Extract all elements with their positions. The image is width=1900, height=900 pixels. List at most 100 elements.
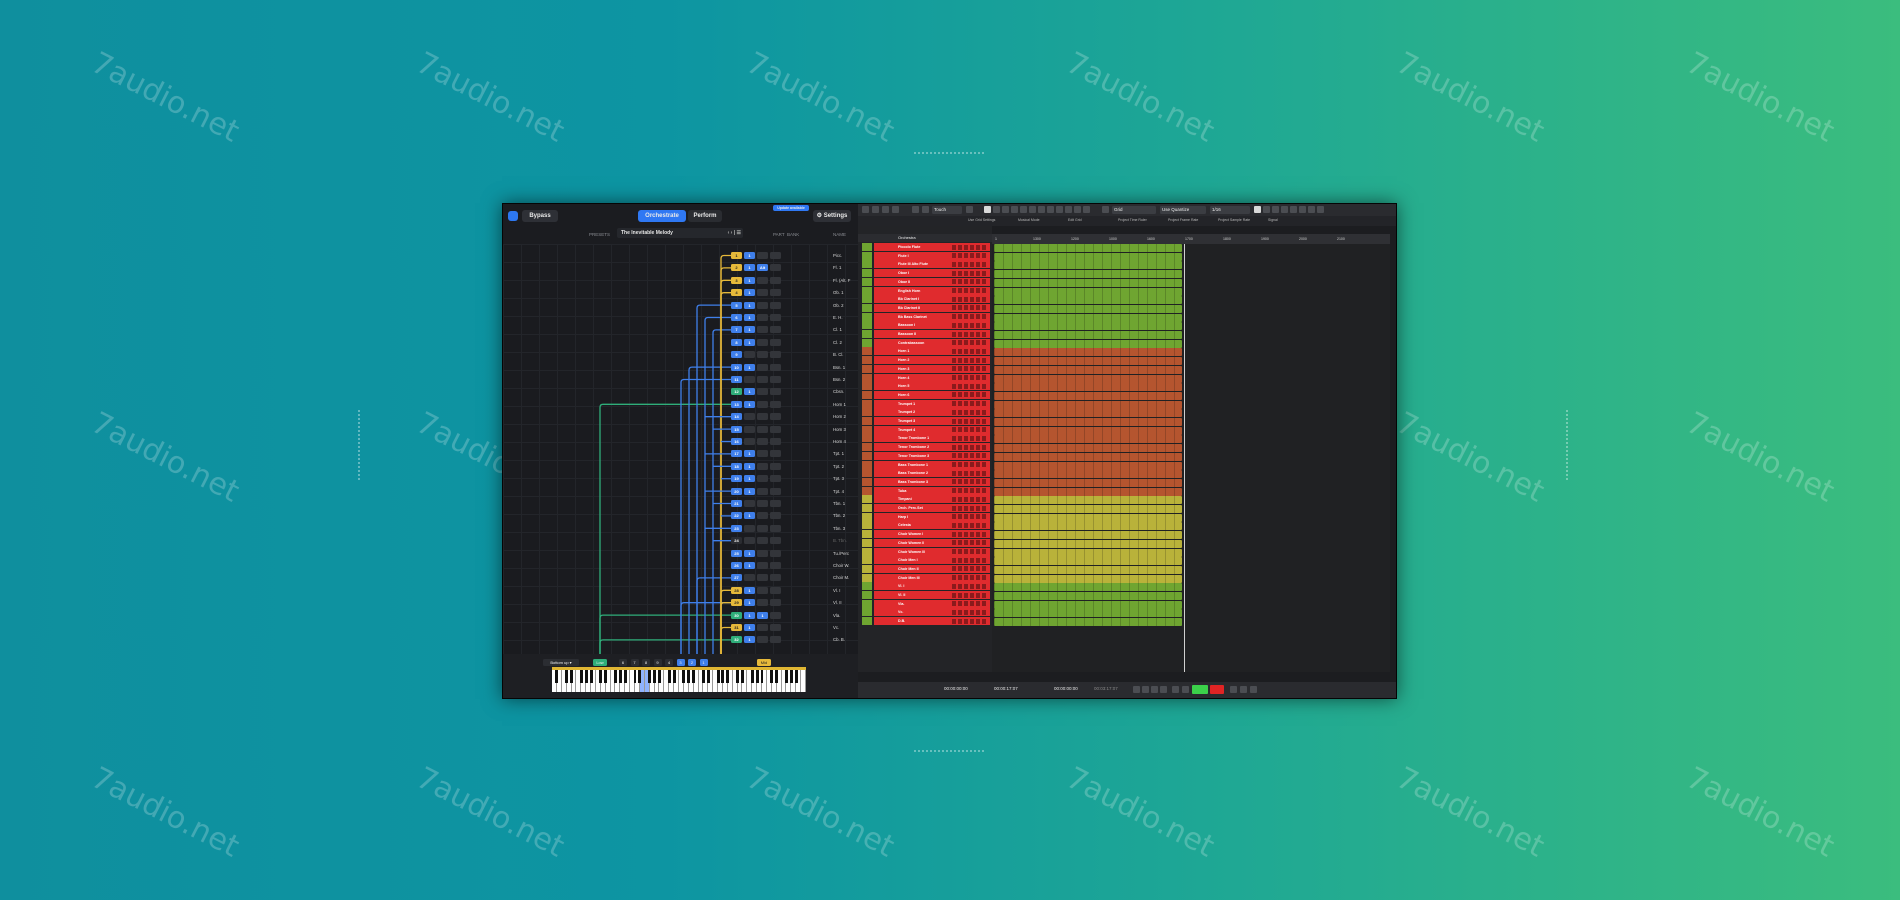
track-control-button[interactable] bbox=[970, 522, 974, 528]
midi-event[interactable] bbox=[994, 339, 1182, 348]
track-control-button[interactable] bbox=[964, 366, 968, 372]
midi-event[interactable] bbox=[994, 400, 1182, 409]
part-slot[interactable] bbox=[770, 400, 781, 408]
part-number[interactable]: 5 bbox=[731, 301, 742, 309]
mute-tool-icon[interactable] bbox=[1038, 206, 1045, 213]
part-slot[interactable] bbox=[770, 512, 781, 520]
automation-mode-select[interactable]: Touch bbox=[932, 205, 962, 214]
track-control-button[interactable] bbox=[952, 392, 956, 398]
track-control-button[interactable] bbox=[964, 279, 968, 285]
piano-black-key[interactable] bbox=[726, 670, 730, 683]
piano-black-key[interactable] bbox=[672, 670, 676, 683]
track-header[interactable]: Celesta bbox=[874, 521, 990, 530]
midi-event[interactable] bbox=[994, 322, 1182, 331]
track-control-button[interactable] bbox=[964, 305, 968, 311]
bank-number[interactable]: 1 bbox=[744, 586, 755, 594]
track-row[interactable]: Choir Men III bbox=[858, 573, 992, 582]
track-control-button[interactable] bbox=[982, 375, 986, 380]
track-control-button[interactable] bbox=[964, 331, 968, 337]
track-row[interactable]: Bb Clarinet II bbox=[858, 303, 992, 312]
bank-number[interactable]: 1 bbox=[744, 562, 755, 569]
bank-number[interactable] bbox=[744, 574, 755, 582]
part-slot[interactable] bbox=[770, 524, 781, 532]
part-number[interactable]: 10 bbox=[731, 363, 742, 371]
piano-black-key[interactable] bbox=[784, 670, 788, 683]
track-control-button[interactable] bbox=[958, 296, 962, 302]
bank-number[interactable]: 1 bbox=[744, 599, 755, 607]
editor-icon[interactable] bbox=[1290, 206, 1297, 213]
track-control-button[interactable] bbox=[958, 383, 962, 389]
track-control-button[interactable] bbox=[952, 462, 956, 467]
track-color-strip[interactable] bbox=[862, 599, 872, 608]
track-control-button[interactable] bbox=[964, 470, 968, 476]
piano-keyboard[interactable] bbox=[552, 670, 806, 692]
track-row[interactable]: Bb Clarinet I bbox=[858, 295, 992, 304]
draw-tool-icon[interactable] bbox=[1056, 206, 1063, 213]
track-control-button[interactable] bbox=[976, 383, 980, 389]
track-control-button[interactable] bbox=[958, 470, 962, 476]
piano-black-key[interactable] bbox=[692, 670, 696, 683]
bank-alt[interactable] bbox=[757, 537, 768, 545]
track-row[interactable]: Horn 1 bbox=[858, 347, 992, 356]
bank-alt[interactable] bbox=[757, 289, 768, 297]
track-control-button[interactable] bbox=[970, 279, 974, 285]
bank-alt[interactable] bbox=[757, 586, 768, 594]
track-color-strip[interactable] bbox=[862, 330, 872, 338]
bank-alt[interactable] bbox=[757, 636, 768, 644]
track-color-strip[interactable] bbox=[862, 591, 872, 599]
track-control-button[interactable] bbox=[958, 557, 962, 563]
track-header[interactable]: Bassoon II bbox=[874, 330, 990, 338]
track-control-button[interactable] bbox=[982, 340, 986, 346]
track-row[interactable]: Tenor Trombone 2 bbox=[858, 443, 992, 452]
track-row[interactable]: Choir Women I bbox=[858, 530, 992, 539]
part-slot[interactable] bbox=[770, 376, 781, 383]
part-number[interactable]: 32 bbox=[731, 636, 742, 644]
right-locator[interactable]: 00:00:00:00 bbox=[1054, 686, 1078, 691]
track-header[interactable]: Orch. Perc.Set bbox=[874, 504, 990, 512]
track-control-button[interactable] bbox=[964, 522, 968, 528]
track-control-button[interactable] bbox=[958, 357, 962, 363]
track-control-button[interactable] bbox=[970, 296, 974, 302]
bank-number[interactable]: 1 bbox=[744, 462, 755, 470]
power-icon[interactable] bbox=[508, 211, 518, 221]
low-button[interactable]: Low bbox=[593, 659, 607, 666]
midi-event[interactable] bbox=[994, 618, 1182, 627]
track-control-button[interactable] bbox=[982, 609, 986, 615]
track-row[interactable]: Vl. II bbox=[858, 591, 992, 599]
piano-black-key[interactable] bbox=[579, 670, 583, 683]
part-slot[interactable] bbox=[770, 562, 781, 569]
track-control-button[interactable] bbox=[964, 462, 968, 467]
bank-alt[interactable] bbox=[757, 413, 768, 421]
bank-number[interactable] bbox=[744, 524, 755, 532]
track-control-button[interactable] bbox=[982, 496, 986, 502]
track-color-strip[interactable] bbox=[862, 564, 872, 573]
preset-selector[interactable]: The Inevitable Melody ‹ › | ☰ bbox=[617, 228, 743, 238]
track-row[interactable]: Tenor Trombone 3 bbox=[858, 451, 992, 460]
part-slot[interactable] bbox=[770, 301, 781, 309]
track-control-button[interactable] bbox=[970, 514, 974, 520]
track-control-button[interactable] bbox=[952, 322, 956, 328]
midi-event[interactable] bbox=[994, 331, 1182, 339]
tab-perform[interactable]: Perform bbox=[688, 210, 722, 222]
part-slot[interactable] bbox=[770, 549, 781, 557]
track-control-button[interactable] bbox=[982, 392, 986, 398]
part-slot[interactable] bbox=[770, 624, 781, 631]
track-color-strip[interactable] bbox=[862, 556, 872, 565]
track-control-button[interactable] bbox=[976, 270, 980, 276]
bank-number[interactable] bbox=[744, 376, 755, 383]
track-control-button[interactable] bbox=[976, 566, 980, 572]
track-control-button[interactable] bbox=[964, 583, 968, 589]
info-bar-label[interactable]: Project Time Ruler bbox=[1118, 218, 1147, 222]
track-control-button[interactable] bbox=[970, 357, 974, 363]
track-color-strip[interactable] bbox=[862, 573, 872, 582]
track-control-button[interactable] bbox=[952, 348, 956, 354]
piano-black-key[interactable] bbox=[775, 670, 779, 683]
track-control-button[interactable] bbox=[952, 340, 956, 346]
bank-number[interactable]: 1 bbox=[744, 326, 755, 334]
track-control-button[interactable] bbox=[952, 575, 956, 581]
bank-number[interactable]: 1 bbox=[744, 636, 755, 644]
track-control-button[interactable] bbox=[976, 418, 980, 424]
track-control-button[interactable] bbox=[964, 557, 968, 563]
midi-event[interactable] bbox=[994, 409, 1182, 418]
track-control-button[interactable] bbox=[958, 575, 962, 581]
